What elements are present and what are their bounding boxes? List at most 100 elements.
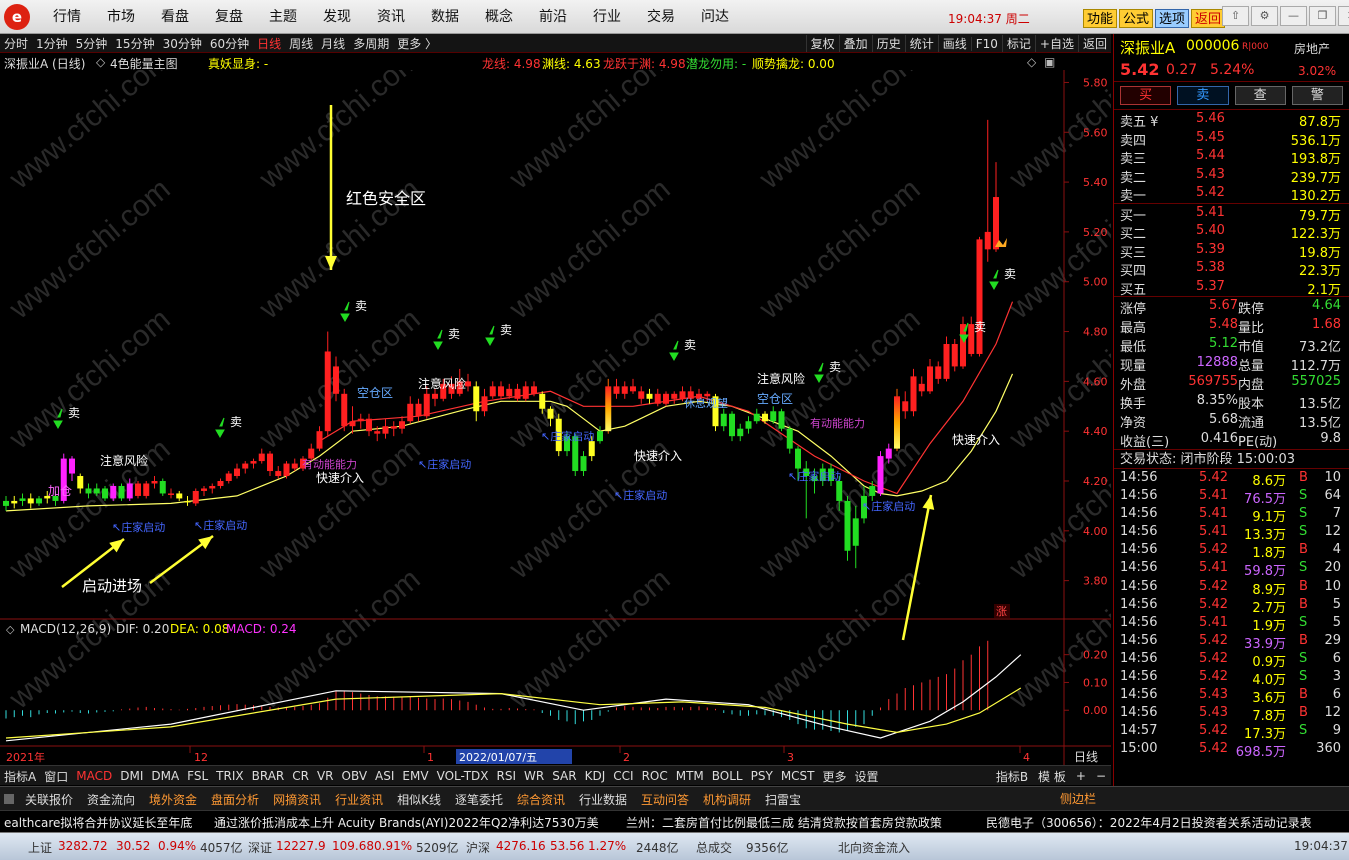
formula-button[interactable]: 公式 (1119, 9, 1154, 28)
news-item[interactable]: 兰州：二套房首付比例最低三成 结清贷款按首套房贷款政策 (626, 814, 942, 831)
function-button[interactable]: 功能 (1083, 9, 1118, 28)
indicator-tab[interactable]: 更多 (819, 768, 851, 785)
bid-row[interactable]: 买一 5.41 79.7万 (1114, 204, 1349, 224)
ask-row[interactable]: 卖五 ¥ 5.46 87.8万 (1114, 110, 1349, 130)
menu-item[interactable]: 市场 (94, 0, 148, 34)
info-tab[interactable]: 境外资金 (142, 791, 204, 808)
chart-tool-button[interactable]: 返回 (1077, 35, 1111, 52)
chevron-icon[interactable]: ◇ (96, 55, 105, 69)
indicator-tab[interactable]: BRAR (248, 769, 289, 783)
menu-item[interactable]: 数据 (418, 0, 472, 34)
indicator-tab[interactable]: TRIX (212, 769, 247, 783)
period-tab[interactable]: 15分钟 (111, 35, 158, 52)
northbound-label[interactable]: 北向资金流入 (838, 839, 910, 856)
bid-row[interactable]: 买三 5.39 19.8万 (1114, 241, 1349, 261)
info-tab[interactable]: 资金流向 (80, 791, 142, 808)
kline-chart[interactable]: www.cfchi.com www.cfchi.com www.cfchi.com w… (0, 70, 1111, 765)
alert-button[interactable]: 警 (1291, 86, 1343, 105)
maximize-icon[interactable]: ❐ (1309, 6, 1336, 26)
indicator-tab[interactable]: 指标A (0, 768, 40, 785)
square-icon[interactable] (4, 794, 14, 804)
sz-index-label[interactable]: 深证 (248, 839, 272, 856)
indicator-tab[interactable]: 窗口 (40, 768, 72, 785)
info-tab[interactable]: 行业数据 (572, 791, 634, 808)
indicator-tab[interactable]: 指标B (991, 768, 1033, 785)
indicator-tab[interactable]: BOLL (708, 769, 747, 783)
query-button[interactable]: 查 (1234, 86, 1286, 105)
news-item[interactable]: 民德电子（300656）：2022年4月2日投资者关系活动记录表 (986, 814, 1312, 831)
indicator-tab[interactable]: RSI (493, 769, 521, 783)
info-tab[interactable]: 盘面分析 (204, 791, 266, 808)
menu-item[interactable]: 概念 (472, 0, 526, 34)
minimize-icon[interactable]: — (1280, 6, 1307, 26)
period-tab[interactable]: 周线 (285, 35, 317, 52)
diamond-icon[interactable]: ◇ (1027, 55, 1036, 69)
indicator-tab[interactable]: VOL-TDX (433, 769, 493, 783)
chart-tool-button[interactable]: 画线 (937, 35, 971, 52)
info-tab[interactable]: 互动问答 (634, 791, 696, 808)
menu-item[interactable]: 交易 (634, 0, 688, 34)
indicator-tab[interactable]: DMA (147, 769, 183, 783)
bid-row[interactable]: 买四 5.38 22.3万 (1114, 259, 1349, 279)
sidebar-toggle[interactable]: 侧边栏 (1052, 787, 1104, 811)
info-tab[interactable]: 行业资讯 (328, 791, 390, 808)
period-tab[interactable]: 月线 (317, 35, 349, 52)
options-button[interactable]: 选项 (1155, 9, 1190, 28)
chart-tool-button[interactable]: 历史 (871, 35, 905, 52)
menu-item[interactable]: 复盘 (202, 0, 256, 34)
chart-tool-button[interactable]: 统计 (904, 35, 938, 52)
indicator-tab[interactable]: OBV (338, 769, 372, 783)
menu-item[interactable]: 看盘 (148, 0, 202, 34)
window-toggle-icon[interactable]: ▣ (1044, 55, 1055, 69)
tick-list[interactable]: 14:56 5.42 8.6万 B 10 14:56 5.41 76.5万 S 64 14:56 5.… (1114, 469, 1349, 760)
indicator-tab[interactable]: 模 板 (1033, 768, 1071, 785)
info-tab[interactable]: 扫雷宝 (758, 791, 808, 808)
info-tab[interactable]: 相似K线 (390, 791, 448, 808)
indicator-tab[interactable]: 设置 (851, 768, 883, 785)
period-tab[interactable]: 分时 (0, 35, 32, 52)
info-tab[interactable]: 网摘资讯 (266, 791, 328, 808)
info-tab[interactable]: 关联报价 (18, 791, 80, 808)
indicator-tab[interactable]: KDJ (581, 769, 610, 783)
period-tab[interactable]: 60分钟 (206, 35, 253, 52)
period-tab[interactable]: 1分钟 (32, 35, 72, 52)
period-tab[interactable]: 多周期 (349, 35, 393, 52)
indicator-tab[interactable]: SAR (548, 769, 580, 783)
indicator-tab[interactable]: MACD (72, 769, 116, 783)
period-tab[interactable]: 日线 (253, 35, 285, 52)
menu-item[interactable]: 资讯 (364, 0, 418, 34)
period-tab[interactable]: 5分钟 (72, 35, 112, 52)
indicator-tab[interactable]: ROC (638, 769, 672, 783)
ask-row[interactable]: 卖四 5.45 536.1万 (1114, 129, 1349, 149)
indicator-tab[interactable]: − (1091, 769, 1111, 783)
indicator-tab[interactable]: ASI (371, 769, 398, 783)
indicator-tab[interactable]: CR (288, 769, 313, 783)
info-tab[interactable]: 机构调研 (696, 791, 758, 808)
indicator-tab[interactable]: MTM (672, 769, 708, 783)
chart-tool-button[interactable]: 标记 (1001, 35, 1035, 52)
menu-item[interactable]: 前沿 (526, 0, 580, 34)
indicator-tab[interactable]: VR (313, 769, 338, 783)
menu-item[interactable]: 主题 (256, 0, 310, 34)
period-tab[interactable]: 30分钟 (159, 35, 206, 52)
chart-tool-button[interactable]: 叠加 (838, 35, 872, 52)
bid-row[interactable]: 买五 5.37 2.1万 (1114, 278, 1349, 298)
menu-item[interactable]: 行业 (580, 0, 634, 34)
indicator-tab[interactable]: CCI (609, 769, 637, 783)
sh-index-label[interactable]: 上证 (28, 839, 52, 856)
indicator-tab[interactable]: EMV (398, 769, 432, 783)
bid-row[interactable]: 买二 5.40 122.3万 (1114, 222, 1349, 242)
menu-item[interactable]: 发现 (310, 0, 364, 34)
chart-tool-button[interactable]: 复权 (805, 35, 839, 52)
news-item[interactable]: ealthcare拟将合并协议延长至年底 (4, 814, 192, 831)
period-tab[interactable]: 更多 〉 (393, 35, 441, 52)
menu-item[interactable]: 问达 (688, 0, 742, 34)
upload-icon[interactable]: ⇧ (1222, 6, 1249, 26)
industry-label[interactable]: 房地产 (1294, 40, 1330, 57)
close-icon[interactable]: ✕ (1338, 6, 1349, 26)
info-tab[interactable]: 综合资讯 (510, 791, 572, 808)
settings-icon[interactable]: ⚙ (1251, 6, 1278, 26)
indicator-tab[interactable]: FSL (183, 769, 212, 783)
chart-tool-button[interactable]: F10 (970, 36, 1002, 51)
ask-row[interactable]: 卖三 5.44 193.8万 (1114, 147, 1349, 167)
